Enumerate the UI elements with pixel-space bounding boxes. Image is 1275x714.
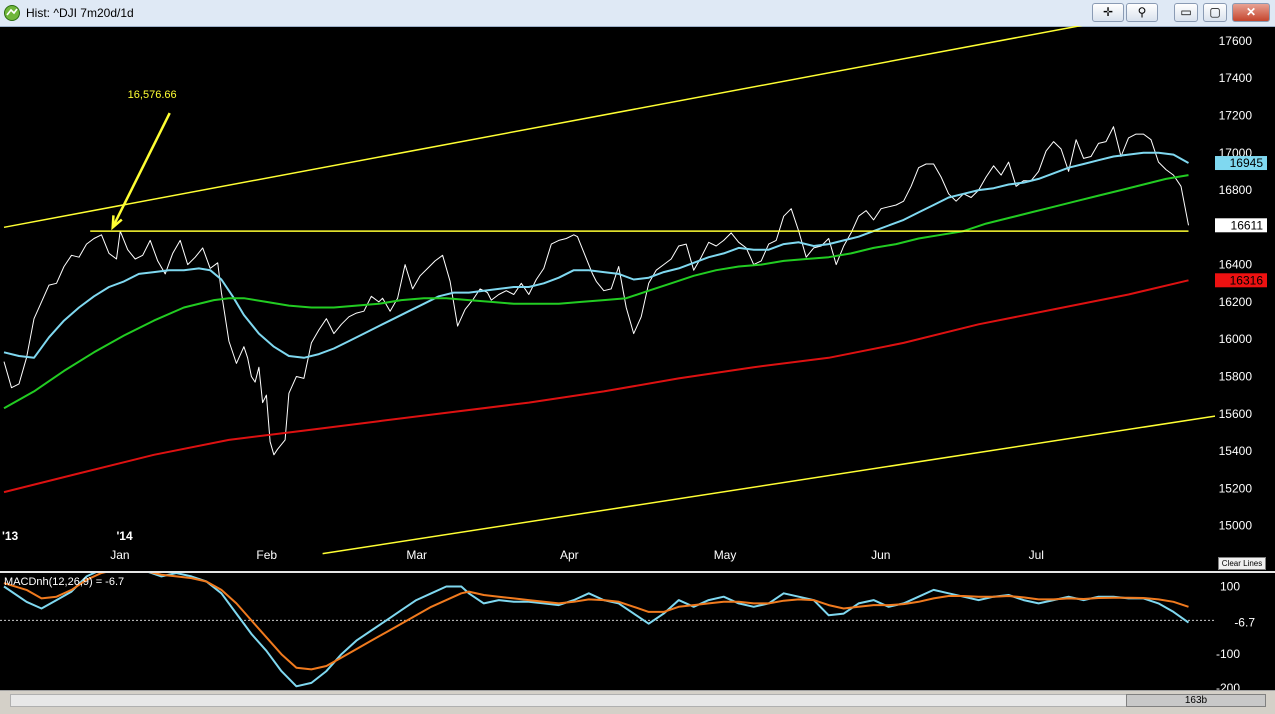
annotation-arrow-0 (111, 112, 171, 228)
last-value-badge-0: 16945 (1230, 156, 1264, 170)
macd-chart[interactable]: MACDnh(12,26,9) = -6.7 100 -100 -200 -6.7 (0, 573, 1275, 690)
series-ma-short (3, 151, 1189, 359)
app-icon (4, 5, 20, 21)
last-value-badge-1: 16611 (1231, 218, 1264, 232)
macd-y-tick-label: -200 (1216, 681, 1240, 690)
price-plot-group (3, 26, 1215, 555)
macd-last-value: -6.7 (1234, 616, 1255, 630)
macd-title: MACDnh(12,26,9) = -6.7 (4, 576, 124, 588)
last-value-badge-2: 16316 (1230, 273, 1264, 287)
y-tick-label: 15800 (1219, 369, 1253, 383)
price-chart[interactable]: 16,576.66 15000 15200 15400 15600 15800 16000 1… (0, 26, 1275, 571)
crosshair-tool-button[interactable]: ✛ (1092, 3, 1124, 22)
x-tick-label: Jul (1029, 548, 1044, 562)
y-tick-label: 16800 (1219, 183, 1253, 197)
series-ma-mid (3, 174, 1189, 410)
y-tick-label: 16200 (1219, 295, 1253, 309)
series-macd-signal (3, 573, 1189, 671)
y-tick-label: 15200 (1219, 481, 1253, 495)
series-channel-lower (322, 415, 1215, 555)
macd-y-tick-label: 100 (1220, 580, 1240, 594)
close-button[interactable]: ✕ (1232, 3, 1270, 22)
x-tick-label: Apr (560, 548, 579, 562)
macd-chart-panel[interactable]: MACDnh(12,26,9) = -6.7 100 -100 -200 -6.7 (0, 573, 1275, 690)
clear-lines-button[interactable]: Clear Lines (1218, 557, 1266, 570)
series-price (3, 126, 1189, 456)
y-tick-label: 15600 (1219, 407, 1253, 421)
y-tick-label: 17600 (1219, 34, 1253, 48)
y-tick-label: 17200 (1219, 108, 1253, 122)
y-tick-label: 15400 (1219, 444, 1253, 458)
price-chart-panel[interactable]: 16,576.66 15000 15200 15400 15600 15800 16000 1… (0, 26, 1275, 571)
x-tick-label: '14 (116, 529, 133, 543)
y-tick-label: 16000 (1219, 332, 1253, 346)
horizontal-scrollbar[interactable]: 163b (0, 690, 1275, 714)
series-ma-long (3, 279, 1189, 494)
series-macd-line (3, 573, 1190, 688)
macd-y-tick-label: -100 (1216, 647, 1240, 661)
series-channel-upper (3, 26, 1083, 229)
y-tick-label: 17400 (1219, 71, 1253, 85)
x-tick-label: Jan (110, 548, 129, 562)
minimize-button[interactable]: ▭ (1174, 3, 1198, 22)
pin-tool-button[interactable]: ⚲ (1126, 3, 1158, 22)
scroll-thumb[interactable]: 163b (1126, 694, 1266, 707)
window-title: Hist: ^DJI 7m20d/1d (26, 6, 134, 20)
x-tick-label: '13 (2, 529, 19, 543)
x-tick-label: Jun (871, 548, 890, 562)
x-tick-label: Feb (256, 548, 277, 562)
y-tick-label: 16400 (1219, 258, 1253, 272)
scroll-track[interactable] (10, 694, 1265, 707)
window-title-bar: Hist: ^DJI 7m20d/1d ✛ ⚲ ▭ ▢ ✕ (0, 0, 1275, 27)
annotation-label-0: 16,576.66 (128, 89, 177, 101)
x-tick-label: Mar (406, 548, 427, 562)
y-tick-label: 15000 (1219, 519, 1253, 533)
macd-plot-group (0, 573, 1215, 688)
x-tick-label: May (714, 548, 737, 562)
maximize-button[interactable]: ▢ (1203, 3, 1227, 22)
